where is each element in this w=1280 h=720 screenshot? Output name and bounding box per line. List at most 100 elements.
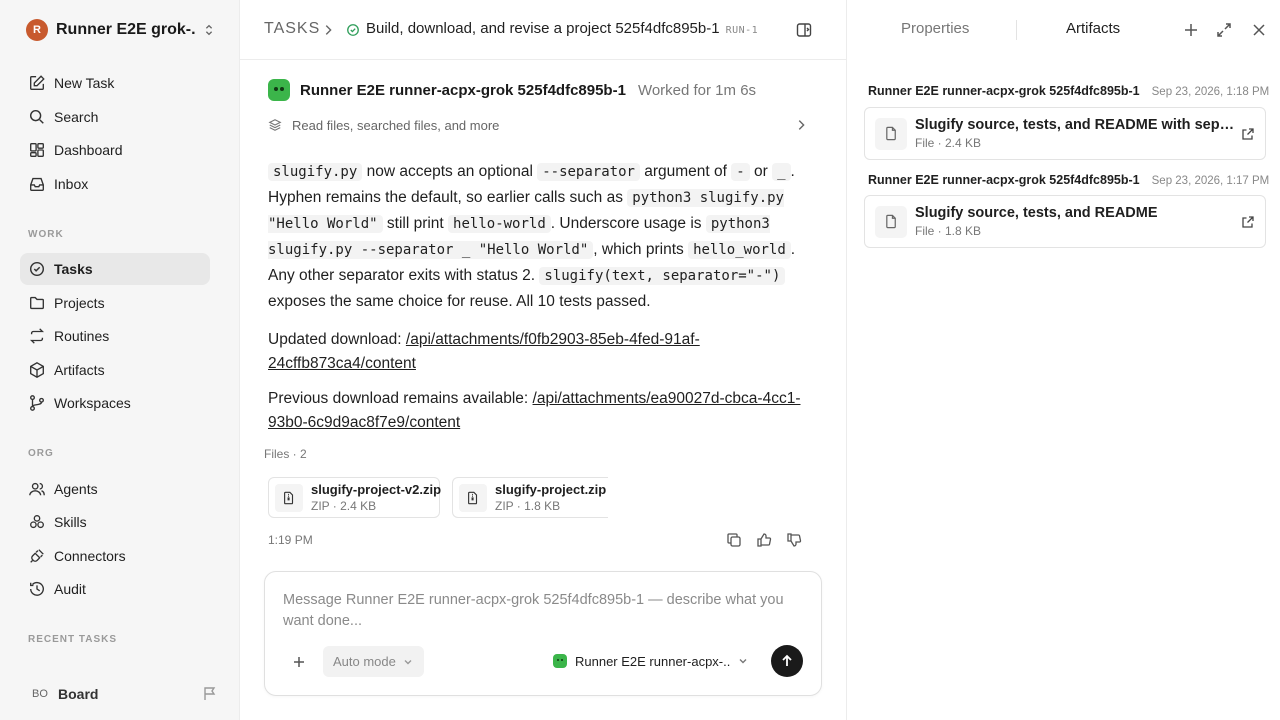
previous-download: Previous download remains available: /ap… (268, 390, 801, 431)
board-name: Board (58, 686, 99, 702)
flag-icon[interactable] (202, 686, 218, 702)
nav-label: Agents (54, 481, 98, 497)
zip-file-icon (459, 483, 487, 512)
repeat-icon (29, 328, 45, 344)
avatar: BO (32, 688, 48, 700)
external-link-icon[interactable] (1241, 127, 1255, 141)
tool-activity-label: Read files, searched files, and more (292, 117, 500, 133)
users-icon (29, 482, 45, 496)
nav-label: Connectors (54, 548, 126, 564)
nav-workspaces[interactable]: Workspaces (20, 387, 210, 419)
plug-icon (30, 549, 44, 563)
workspace-logo: R (26, 19, 48, 41)
nav-inbox[interactable]: Inbox (20, 168, 210, 200)
inline-code: - (731, 163, 750, 181)
thumbs-down-icon[interactable] (786, 532, 802, 548)
skills-icon (30, 515, 44, 529)
message-input[interactable] (283, 590, 793, 636)
nav-audit[interactable]: Audit (20, 573, 210, 605)
nav-label: Projects (54, 295, 105, 311)
chevron-down-icon (739, 659, 747, 664)
expand-icon[interactable] (1215, 21, 1233, 39)
message-header: Runner E2E runner-acpx-grok 525f4dfc895b… (268, 78, 756, 102)
nav-dashboard[interactable]: Dashboard (20, 134, 210, 166)
nav-label: Routines (54, 328, 110, 344)
artifact-header: Runner E2E runner-acpx-grok 525f4dfc895b… (868, 84, 1270, 98)
artifact-header: Runner E2E runner-acpx-grok 525f4dfc895b… (868, 173, 1270, 187)
nav-projects[interactable]: Projects (20, 287, 210, 319)
file-icon (875, 117, 907, 150)
artifact-author: Runner E2E runner-acpx-grok 525f4dfc895b… (868, 84, 1140, 98)
agent-select[interactable]: Runner E2E runner-acpx-... (553, 650, 753, 672)
file-meta: ZIP · 2.4 KB (311, 499, 377, 513)
nav-label: Artifacts (54, 362, 105, 378)
copy-icon[interactable] (726, 532, 742, 548)
artifact-title: Slugify source, tests, and README with s… (915, 117, 1235, 133)
task-conversation: TASKS Build, download, and revise a proj… (240, 0, 846, 720)
inline-code: slugify(text, separator="-") (539, 267, 786, 285)
layers-icon (268, 119, 282, 131)
chevron-up-down-icon (205, 24, 213, 36)
worked-duration: Worked for 1m 6s (637, 81, 757, 99)
nav-label: New Task (54, 75, 115, 91)
artifact-author: Runner E2E runner-acpx-grok 525f4dfc895b… (868, 173, 1140, 187)
breadcrumb-tasks[interactable]: TASKS (264, 20, 320, 38)
run-id: RUN-1 (725, 25, 759, 36)
inbox-icon (30, 177, 44, 191)
inline-code: --separator (537, 163, 640, 181)
nav-label: Audit (54, 581, 86, 597)
artifact-card[interactable]: Slugify source, tests, and README File · … (864, 195, 1266, 248)
message-body: slugify.py now accepts an optional --sep… (268, 163, 796, 310)
plus-icon[interactable] (291, 654, 307, 670)
file-icon (875, 205, 907, 238)
file-name: slugify-project.zip (495, 482, 607, 497)
inline-code: hello-world (448, 215, 551, 233)
message-composer: Auto mode Runner E2E runner-acpx-... (264, 571, 822, 696)
mode-select[interactable]: Auto mode (323, 646, 424, 677)
workspace-name: Runner E2E grok-... (56, 21, 196, 38)
thumbs-up-icon[interactable] (756, 532, 772, 548)
workspace-switcher[interactable]: R Runner E2E grok-... (26, 18, 216, 42)
pencil-square-icon (30, 75, 45, 90)
nav-label: Skills (54, 514, 87, 530)
tool-activity-summary[interactable]: Read files, searched files, and more (268, 116, 808, 134)
nav-artifacts[interactable]: Artifacts (20, 354, 210, 386)
board-user[interactable]: BO Board (28, 682, 218, 706)
file-meta: ZIP · 1.8 KB (495, 499, 561, 513)
close-icon[interactable] (1250, 21, 1268, 39)
nav-agents[interactable]: Agents (20, 473, 210, 505)
check-circle-icon (347, 24, 359, 36)
git-branch-icon (30, 395, 44, 411)
file-attachment[interactable]: slugify-project-v2.zip ZIP · 2.4 KB (268, 477, 441, 518)
history-icon (30, 582, 44, 596)
external-link-icon[interactable] (1241, 215, 1255, 229)
agent-name: Runner E2E runner-acpx-grok 525f4dfc895b… (300, 81, 626, 99)
nav-routines[interactable]: Routines (20, 320, 210, 352)
message-timestamp: 1:19 PM (268, 533, 313, 547)
artifact-date: Sep 23, 2026, 1:18 PM (1151, 86, 1270, 98)
folder-icon (30, 296, 44, 310)
nav-skills[interactable]: Skills (20, 506, 210, 538)
updated-download: Updated download: /api/attachments/f0fb2… (268, 331, 700, 372)
tab-properties[interactable]: Properties (901, 20, 969, 37)
sidebar-panel-icon[interactable] (795, 21, 813, 39)
file-attachment[interactable]: slugify-project.zip ZIP · 1.8 KB (452, 477, 608, 518)
plus-icon[interactable] (1182, 21, 1200, 39)
artifact-card[interactable]: Slugify source, tests, and README with s… (864, 107, 1266, 160)
artifact-meta: File · 2.4 KB (915, 136, 982, 150)
send-button[interactable] (771, 645, 803, 677)
files-label: Files · 2 (264, 447, 307, 461)
zip-file-icon (275, 483, 303, 512)
mode-label: Auto mode (333, 654, 396, 669)
inline-code: _ (772, 163, 791, 181)
nav-new-task[interactable]: New Task (20, 67, 210, 99)
check-circle-icon (29, 261, 45, 277)
nav-search[interactable]: Search (20, 101, 210, 133)
dashboard-icon (30, 143, 44, 157)
nav-connectors[interactable]: Connectors (20, 540, 210, 572)
artifact-date: Sep 23, 2026, 1:17 PM (1151, 175, 1270, 187)
arrow-up-icon (782, 654, 792, 666)
nav-tasks[interactable]: Tasks (20, 253, 210, 285)
chevron-right-icon (325, 25, 332, 35)
tab-artifacts[interactable]: Artifacts (1066, 20, 1120, 37)
